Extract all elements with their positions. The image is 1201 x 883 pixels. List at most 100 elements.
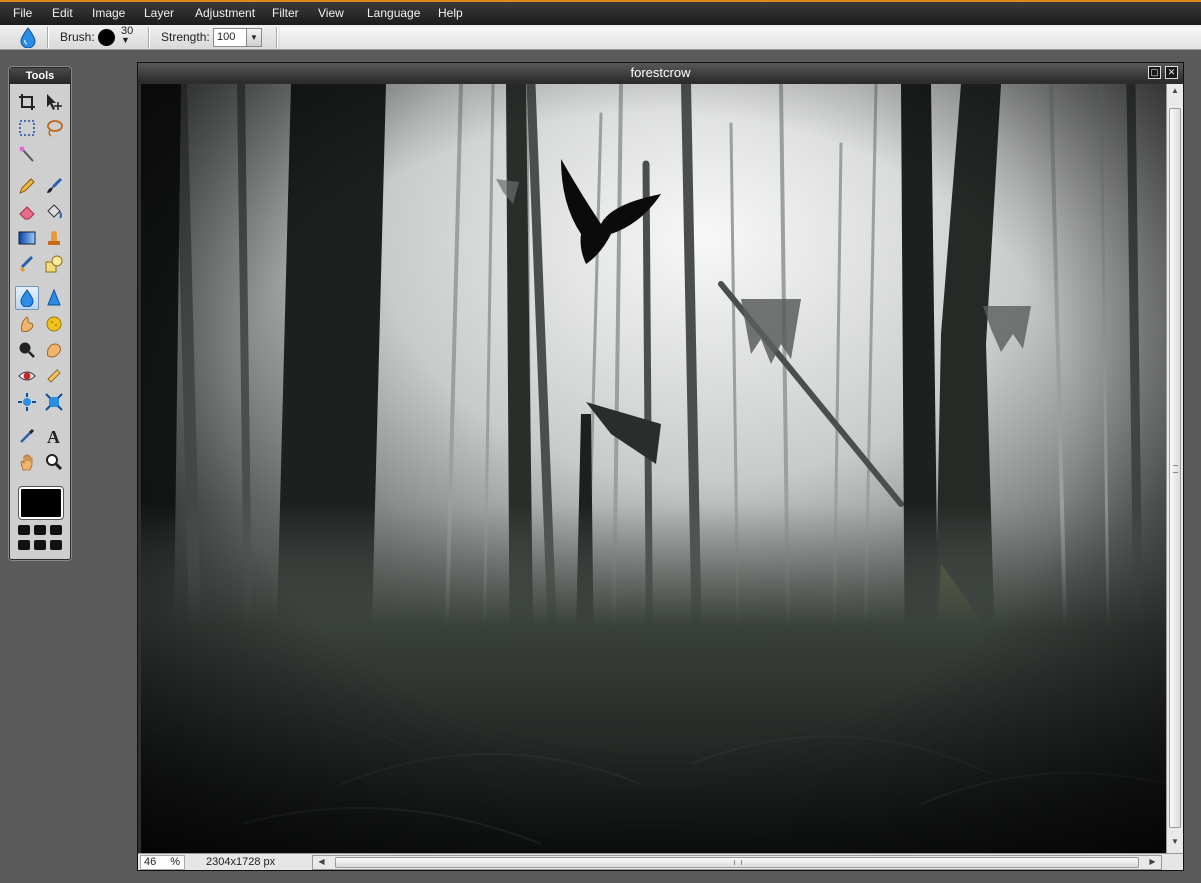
hand-icon: [20, 454, 33, 471]
image-canvas[interactable]: [141, 84, 1166, 853]
scroll-right-icon[interactable]: ▶: [1146, 857, 1159, 869]
color-picker-tool[interactable]: [15, 424, 39, 448]
zoom-tool[interactable]: [42, 450, 66, 474]
hand-tool[interactable]: [15, 450, 39, 474]
type-tool[interactable]: A: [42, 424, 66, 448]
horizontal-scrollbar[interactable]: ◀ ▶: [312, 855, 1162, 870]
sponge-tool[interactable]: [42, 312, 66, 336]
preset-swatch[interactable]: [50, 540, 62, 550]
vertical-scroll-thumb[interactable]: [1169, 108, 1181, 828]
bloat-icon: [18, 393, 36, 411]
move-icon: [47, 94, 62, 110]
clone-stamp-tool[interactable]: [42, 226, 66, 250]
smudge-tool[interactable]: [15, 312, 39, 336]
options-bar-filler: [280, 27, 1201, 49]
brush-dropdown-icon[interactable]: ▼: [121, 35, 130, 45]
eraser-icon: [19, 206, 35, 220]
pencil-icon: [19, 178, 35, 194]
zoom-unit: %: [170, 856, 180, 868]
image-dimensions: 2304x1728 px: [206, 856, 276, 868]
svg-text:A: A: [47, 427, 60, 445]
spot-heal-tool[interactable]: [42, 364, 66, 388]
burn-tool[interactable]: [42, 338, 66, 362]
red-eye-tool[interactable]: [15, 364, 39, 388]
scroll-down-icon[interactable]: ▼: [1168, 837, 1182, 849]
paint-bucket-tool[interactable]: [42, 200, 66, 224]
sharpen-tool[interactable]: [42, 286, 66, 310]
image-window-title: forestcrow: [138, 63, 1183, 83]
scroll-up-icon[interactable]: ▲: [1168, 86, 1182, 98]
gradient-tool[interactable]: [15, 226, 39, 250]
color-replace-icon: [19, 255, 34, 273]
menu-view[interactable]: View: [318, 6, 344, 20]
strength-select[interactable]: 100 ▼: [213, 28, 262, 47]
gradient-icon: [18, 231, 36, 245]
pencil-tool[interactable]: [15, 174, 39, 198]
status-bar: 46 % 2304x1728 px ◀ ▶: [138, 853, 1183, 870]
preset-swatch[interactable]: [18, 540, 30, 550]
brush-icon: [47, 177, 63, 193]
eyedropper-icon: [20, 428, 35, 443]
dodge-icon: [19, 342, 35, 358]
bloat-tool[interactable]: [15, 390, 39, 414]
pinch-tool[interactable]: [42, 390, 66, 414]
drop-icon: [19, 27, 37, 51]
stamp-icon: [48, 231, 60, 245]
menu-file[interactable]: File: [13, 6, 32, 20]
magic-wand-icon: [19, 146, 34, 162]
forest-photo: [141, 84, 1166, 853]
zoom-input[interactable]: 46 %: [140, 855, 185, 870]
marquee-icon: [19, 120, 35, 136]
preset-swatch[interactable]: [50, 525, 62, 535]
tool-options-bar: Brush: 30 ▼ Strength: 100 ▼: [0, 25, 1201, 50]
smudge-icon: [21, 316, 34, 333]
crop-icon: [19, 94, 35, 110]
preset-swatch[interactable]: [18, 525, 30, 535]
brush-preview[interactable]: [98, 29, 115, 46]
menu-edit[interactable]: Edit: [52, 6, 73, 20]
eraser-tool[interactable]: [15, 200, 39, 224]
chevron-down-icon[interactable]: ▼: [246, 29, 261, 46]
crop-tool[interactable]: [15, 90, 39, 114]
preset-swatch[interactable]: [34, 525, 46, 535]
marquee-tool[interactable]: [15, 116, 39, 140]
menu-layer[interactable]: Layer: [144, 6, 174, 20]
tools-title: Tools: [10, 68, 70, 84]
foreground-color-swatch[interactable]: [18, 486, 64, 520]
lasso-tool[interactable]: [42, 116, 66, 140]
red-eye-icon: [18, 371, 36, 381]
menu-image[interactable]: Image: [92, 6, 125, 20]
pinch-icon: [45, 393, 63, 411]
brush-label: Brush:: [60, 30, 95, 44]
image-window: forestcrow ▢ ✕ ▲ ▼ 46 % 2304x1728 px ◀ ▶: [137, 62, 1184, 871]
brush-tool[interactable]: [42, 174, 66, 198]
text-icon: A: [47, 427, 60, 445]
menu-bar: File Edit Image Layer Adjustment Filter …: [0, 0, 1201, 25]
paint-bucket-icon: [47, 204, 62, 219]
menu-adjustment[interactable]: Adjustment: [195, 6, 255, 20]
burn-icon: [47, 343, 61, 358]
sponge-icon: [46, 316, 62, 332]
strength-label: Strength:: [161, 30, 210, 44]
color-replace-tool[interactable]: [15, 252, 39, 276]
shape-tool[interactable]: [42, 252, 66, 276]
horizontal-scroll-thumb[interactable]: [335, 857, 1139, 868]
blur-tool[interactable]: [15, 286, 39, 310]
strength-value: 100: [217, 31, 236, 43]
scroll-left-icon[interactable]: ◀: [315, 857, 328, 869]
lasso-icon: [47, 120, 63, 137]
bandage-icon: [47, 369, 61, 383]
move-tool[interactable]: [42, 90, 66, 114]
menu-help[interactable]: Help: [438, 6, 463, 20]
shape-icon: [45, 255, 63, 273]
menu-language[interactable]: Language: [367, 6, 420, 20]
sharpen-icon: [47, 289, 61, 306]
menu-filter[interactable]: Filter: [272, 6, 299, 20]
close-icon[interactable]: ✕: [1165, 66, 1178, 79]
preset-swatch[interactable]: [34, 540, 46, 550]
dodge-tool[interactable]: [15, 338, 39, 362]
drop-icon: [20, 289, 34, 307]
maximize-icon[interactable]: ▢: [1148, 66, 1161, 79]
vertical-scrollbar[interactable]: ▲ ▼: [1166, 84, 1183, 853]
magic-wand-tool[interactable]: [15, 142, 39, 166]
